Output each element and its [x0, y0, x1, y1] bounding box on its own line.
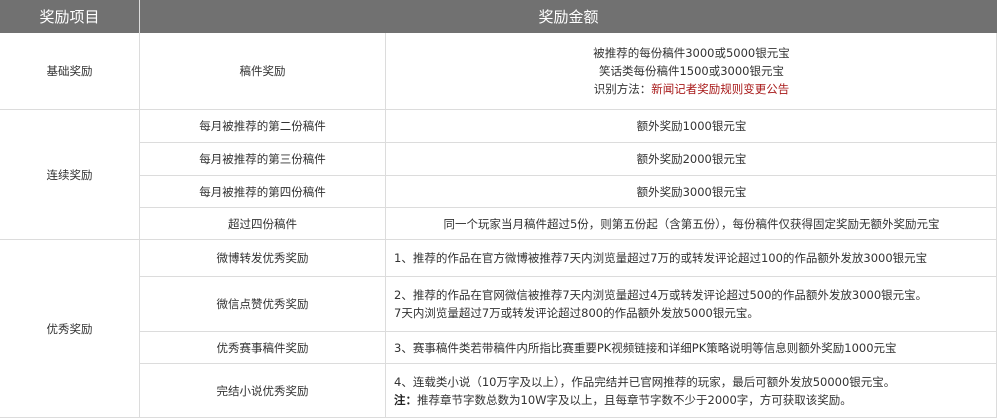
- row-third-amount: 额外奖励2000银元宝: [636, 152, 747, 166]
- divider: [140, 363, 997, 364]
- row-weibo-name: 微博转发优秀奖励: [216, 251, 309, 265]
- identify-method-label: 识别方法：: [593, 82, 652, 96]
- row-over-four-amount: 同一个玩家当月稿件超过5份，则第五份起（含第五份），每份稿件仅获得固定奖励无额外…: [443, 216, 940, 231]
- divider: [385, 33, 386, 418]
- divider: [0, 109, 997, 110]
- header-reward-amount: 奖励金额: [140, 0, 997, 33]
- row-manuscript-name: 稿件奖励: [239, 64, 286, 78]
- group-excellent-reward: 优秀奖励: [46, 322, 93, 336]
- reward-table: 奖励项目 奖励金额 基础奖励 连续奖励 优秀奖励 稿件奖励 被推荐的每份稿件30…: [0, 0, 997, 418]
- row-contest-amount: 3、赛事稿件类若带稿件内所指比赛重要PK视频链接和详细PK策略说明等信息则额外奖…: [394, 340, 897, 355]
- divider: [140, 207, 997, 208]
- manuscript-line-2: 笑话类每份稿件1500或3000银元宝: [598, 64, 785, 78]
- row-wechat-amount: 2、推荐的作品在官网微信被推荐7天内浏览量超过4万或转发评论超过500的作品额外…: [386, 277, 997, 331]
- divider: [0, 239, 997, 240]
- row-fourth-amount: 额外奖励3000银元宝: [636, 184, 747, 199]
- row-novel-name: 完结小说优秀奖励: [216, 384, 309, 398]
- manuscript-line-1: 被推荐的每份稿件3000或5000银元宝: [593, 46, 790, 60]
- row-third-name: 每月被推荐的第三份稿件: [199, 152, 326, 166]
- wechat-line-1: 2、推荐的作品在官网微信被推荐7天内浏览量超过4万或转发评论超过500的作品额外…: [394, 288, 928, 302]
- note-text: 推荐章节字数总数为10W字及以上，且每章节字数不少于2000字，方可获取该奖励。: [417, 393, 852, 407]
- row-fourth-name: 每月被推荐的第四份稿件: [199, 184, 326, 199]
- divider: [140, 142, 997, 143]
- divider: [140, 175, 997, 176]
- novel-note: 注：推荐章节字数总数为10W字及以上，且每章节字数不少于2000字，方可获取该奖…: [394, 391, 852, 409]
- row-over-four-name: 超过四份稿件: [228, 216, 297, 231]
- group-basic-reward: 基础奖励: [46, 64, 93, 78]
- row-contest-name: 优秀赛事稿件奖励: [216, 340, 309, 355]
- manuscript-line-3: 识别方法：新闻记者奖励规则变更公告: [594, 80, 790, 98]
- rule-change-announcement-link[interactable]: 新闻记者奖励规则变更公告: [651, 82, 789, 96]
- divider: [139, 0, 140, 418]
- group-continuous-reward: 连续奖励: [46, 167, 93, 182]
- row-weibo-amount: 1、推荐的作品在官方微博被推荐7天内浏览量超过7万的或转发评论超过100的作品额…: [394, 251, 928, 265]
- novel-line-1: 4、连载类小说（10万字及以上），作品完结并已官网推荐的玩家，最后可额外发放50…: [394, 375, 896, 389]
- row-second-amount: 额外奖励1000银元宝: [636, 119, 747, 133]
- header-reward-item: 奖励项目: [0, 0, 139, 33]
- divider: [140, 331, 997, 332]
- row-wechat-name: 微信点赞优秀奖励: [216, 297, 309, 311]
- row-manuscript-amount: 被推荐的每份稿件3000或5000银元宝 笑话类每份稿件1500或3000银元宝…: [386, 33, 997, 109]
- row-second-name: 每月被推荐的第二份稿件: [199, 119, 326, 133]
- wechat-line-2: 7天内浏览量超过7万或转发评论超过800的作品额外发放5000银元宝。: [394, 306, 759, 320]
- divider: [140, 276, 997, 277]
- row-novel-amount: 4、连载类小说（10万字及以上），作品完结并已官网推荐的玩家，最后可额外发放50…: [386, 364, 997, 418]
- note-label: 注：: [394, 393, 417, 407]
